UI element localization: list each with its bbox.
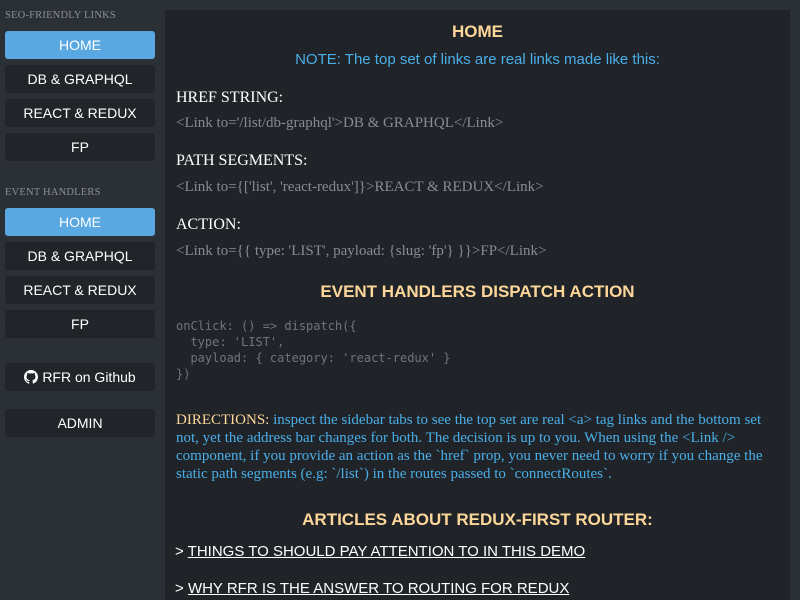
event-handlers-label: EVENT HANDLERS — [5, 187, 101, 198]
action-code: <Link to={{ type: 'LIST', payload: {slug… — [176, 243, 547, 259]
github-icon — [24, 370, 39, 384]
page-title: HOME — [452, 22, 503, 41]
action-label: ACTION: — [176, 216, 241, 233]
seo-links-label: SEO-FRIENDLY LINKS — [5, 10, 116, 21]
article-link-text[interactable]: WHY RFR IS THE ANSWER TO ROUTING FOR RED… — [188, 580, 569, 597]
article-link-text[interactable]: THINGS TO SHOULD PAY ATTENTION TO IN THI… — [188, 543, 586, 560]
admin-button[interactable]: ADMIN — [5, 409, 155, 437]
article-prefix: > — [175, 543, 188, 560]
sidebar: SEO-FRIENDLY LINKS HOME DB & GRAPHQL REA… — [0, 0, 165, 600]
github-label: RFR on Github — [42, 369, 136, 385]
articles-heading: ARTICLES ABOUT REDUX-FIRST ROUTER: — [302, 510, 653, 529]
main-content: HOME NOTE: The top set of links are real… — [165, 10, 790, 600]
path-segments-label: PATH SEGMENTS: — [176, 152, 308, 169]
article-prefix: > — [175, 580, 188, 597]
article-link-attention[interactable]: > THINGS TO SHOULD PAY ATTENTION TO IN T… — [175, 543, 585, 560]
path-segments-code: <Link to={['list', 'react-redux']}>REACT… — [176, 179, 544, 195]
directions-paragraph: DIRECTIONS: inspect the sidebar tabs to … — [176, 411, 781, 483]
dispatch-code-block: onClick: () => dispatch({ type: 'LIST', … — [176, 319, 451, 381]
event-link-home[interactable]: HOME — [5, 208, 155, 236]
seo-link-fp[interactable]: FP — [5, 133, 155, 161]
seo-link-home[interactable]: HOME — [5, 31, 155, 59]
event-link-fp[interactable]: FP — [5, 310, 155, 338]
event-link-db-graphql[interactable]: DB & GRAPHQL — [5, 242, 155, 270]
seo-link-react-redux[interactable]: REACT & REDUX — [5, 99, 155, 127]
note-text: NOTE: The top set of links are real link… — [295, 51, 660, 68]
article-link-why-rfr[interactable]: > WHY RFR IS THE ANSWER TO ROUTING FOR R… — [175, 580, 569, 597]
href-string-label: HREF STRING: — [176, 89, 284, 106]
seo-link-db-graphql[interactable]: DB & GRAPHQL — [5, 65, 155, 93]
github-button[interactable]: RFR on Github — [5, 363, 155, 391]
href-string-code: <Link to='/list/db-graphql'>DB & GRAPHQL… — [176, 115, 504, 131]
dispatch-action-heading: EVENT HANDLERS DISPATCH ACTION — [320, 282, 635, 301]
event-link-react-redux[interactable]: REACT & REDUX — [5, 276, 155, 304]
directions-label: DIRECTIONS: — [176, 412, 270, 428]
